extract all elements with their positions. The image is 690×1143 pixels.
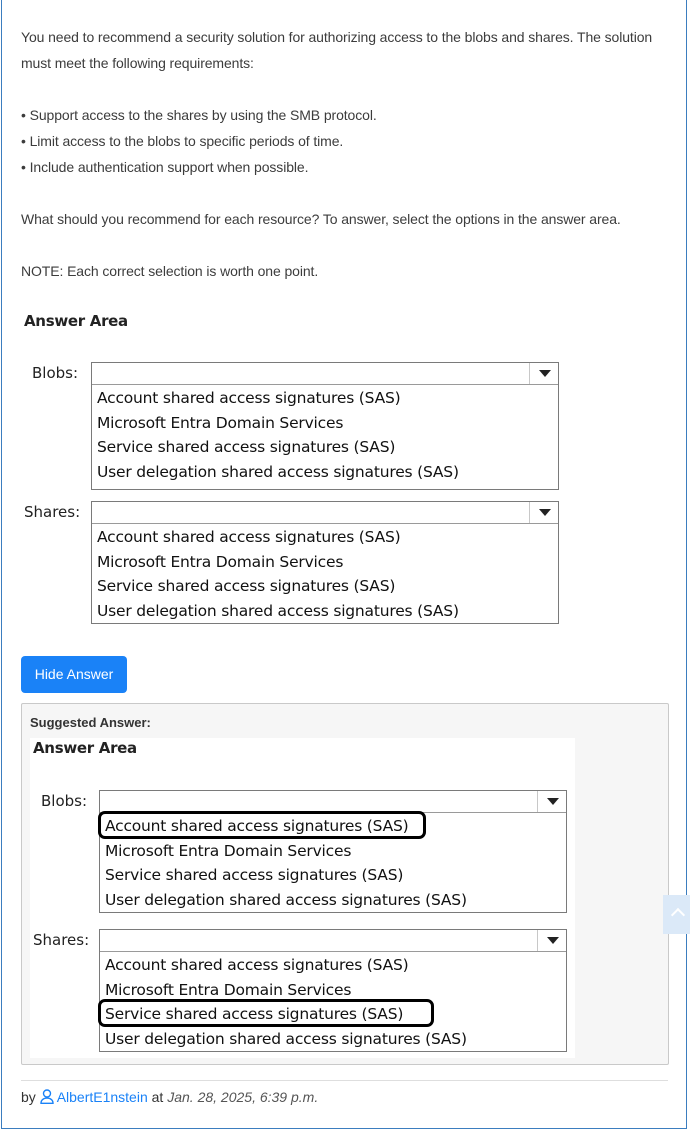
question-text: You need to recommend a security solutio… bbox=[21, 24, 661, 284]
suggested-answer-label: Suggested Answer: bbox=[30, 715, 151, 730]
question-note: NOTE: Each correct selection is worth on… bbox=[21, 263, 319, 279]
divider bbox=[21, 1080, 668, 1081]
chevron-down-icon[interactable] bbox=[529, 502, 558, 523]
hide-answer-button[interactable]: Hide Answer bbox=[21, 656, 127, 693]
chevron-down-icon[interactable] bbox=[537, 791, 566, 812]
requirement-item: • Include authentication support when po… bbox=[21, 159, 309, 175]
dropdown-option[interactable]: User delegation shared access signatures… bbox=[105, 888, 566, 913]
question-intro: You need to recommend a security solutio… bbox=[21, 29, 653, 71]
dropdown-option[interactable]: User delegation shared access signatures… bbox=[105, 1027, 566, 1052]
blobs-dropdown[interactable]: Account shared access signatures (SAS) M… bbox=[91, 362, 559, 490]
answer-area-title: Answer Area bbox=[33, 739, 137, 757]
user-outline-icon bbox=[39, 1089, 54, 1104]
dropdown-option[interactable]: Account shared access signatures (SAS) bbox=[97, 525, 558, 550]
shares-label: Shares: bbox=[24, 503, 81, 521]
shares-dropdown[interactable]: Account shared access signatures (SAS) M… bbox=[91, 501, 559, 624]
selected-option-blobs[interactable]: Account shared access signatures (SAS) bbox=[98, 811, 566, 839]
dropdown-option[interactable]: Account shared access signatures (SAS) bbox=[97, 386, 558, 411]
scroll-to-top-button[interactable] bbox=[663, 895, 690, 934]
requirement-item: • Support access to the shares by using … bbox=[21, 107, 377, 123]
post-date: Jan. 28, 2025, 6:39 p.m. bbox=[167, 1089, 319, 1105]
blobs-label: Blobs: bbox=[32, 364, 79, 382]
shares-dropdown[interactable]: Account shared access signatures (SAS) M… bbox=[98, 929, 567, 1052]
suggested-answer-image: Answer Area Blobs: Account shared access… bbox=[30, 738, 575, 1058]
dropdown-option[interactable]: Account shared access signatures (SAS) bbox=[105, 953, 566, 978]
question-prompt: What should you recommend for each resou… bbox=[21, 211, 621, 227]
byline: by AlbertE1nstein at Jan. 28, 2025, 6:39… bbox=[21, 1089, 318, 1105]
answer-area-image: Answer Area Blobs: Account shared access… bbox=[21, 305, 569, 630]
answer-area-title: Answer Area bbox=[24, 312, 128, 330]
dropdown-option[interactable]: Service shared access signatures (SAS) bbox=[97, 435, 558, 460]
requirement-item: • Limit access to the blobs to specific … bbox=[21, 133, 344, 149]
chevron-down-icon[interactable] bbox=[537, 930, 566, 951]
blobs-label: Blobs: bbox=[41, 792, 88, 810]
dropdown-option[interactable]: Service shared access signatures (SAS) bbox=[105, 863, 566, 888]
blobs-dropdown[interactable]: Account shared access signatures (SAS) M… bbox=[98, 790, 567, 913]
suggested-answer-box: Suggested Answer: Answer Area Blobs: Acc… bbox=[21, 703, 669, 1065]
chevron-up-icon bbox=[670, 907, 686, 923]
author-link[interactable]: AlbertE1nstein bbox=[39, 1089, 148, 1105]
chevron-down-icon[interactable] bbox=[529, 363, 558, 384]
selected-option-shares[interactable]: Service shared access signatures (SAS) bbox=[98, 999, 566, 1027]
shares-label: Shares: bbox=[33, 931, 90, 949]
dropdown-option[interactable]: Microsoft Entra Domain Services bbox=[97, 411, 558, 436]
byline-by: by bbox=[21, 1089, 36, 1105]
dropdown-option[interactable]: User delegation shared access signatures… bbox=[97, 460, 558, 485]
dropdown-option[interactable]: Microsoft Entra Domain Services bbox=[105, 839, 566, 864]
byline-at: at bbox=[151, 1089, 164, 1105]
dropdown-option[interactable]: User delegation shared access signatures… bbox=[97, 599, 558, 624]
dropdown-option[interactable]: Microsoft Entra Domain Services bbox=[97, 550, 558, 575]
author-name[interactable]: AlbertE1nstein bbox=[57, 1089, 148, 1105]
dropdown-option[interactable]: Service shared access signatures (SAS) bbox=[97, 574, 558, 599]
